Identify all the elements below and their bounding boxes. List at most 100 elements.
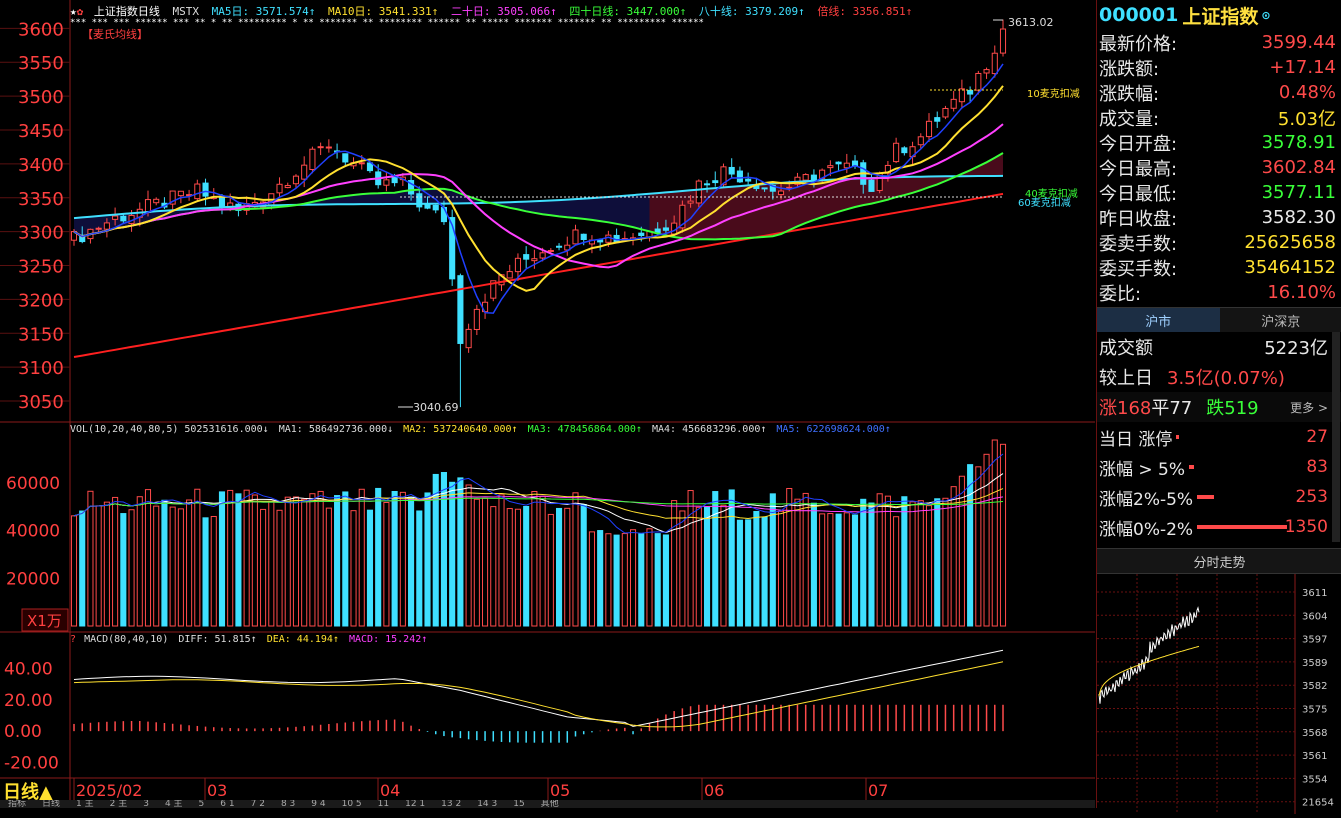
volume-bar: [655, 534, 660, 626]
ma20-value: 二十日: 3505.066↑: [451, 4, 557, 18]
macd-axis-label: 0.00: [4, 722, 42, 742]
candle-body: [968, 90, 973, 94]
sidebar-scrollbar[interactable]: [1332, 332, 1340, 542]
candle-body: [778, 191, 783, 195]
flat-count: 平77: [1151, 394, 1192, 420]
bottom-tab[interactable]: 日线: [34, 800, 68, 808]
quote-value: 16.10%: [1267, 282, 1336, 303]
volume-bar: [195, 489, 200, 626]
bottom-tab[interactable]: 2 主: [102, 800, 136, 808]
quote-list: 最新价格:3599.44涨跌额:+17.14涨跌幅:0.48%成交量:5.03亿…: [1097, 30, 1341, 305]
volume-bar: [639, 534, 644, 626]
vs-prev-row: 较上日 3.5亿(0.07%): [1097, 362, 1341, 392]
bottom-tab[interactable]: 其他: [533, 800, 567, 808]
volume-bar: [121, 514, 126, 626]
volume-bar: [852, 515, 857, 626]
bottom-tab[interactable]: 1 主: [68, 800, 102, 808]
quote-row: 成交量:5.03亿: [1097, 105, 1341, 130]
candle-body: [1000, 29, 1005, 53]
price-axis-label: 3150: [18, 324, 64, 345]
volume-bar: [737, 520, 742, 626]
stat-bar: [1176, 435, 1179, 439]
bottom-tab[interactable]: 8 3: [273, 800, 303, 808]
bottom-tab[interactable]: 4 主: [157, 800, 191, 808]
quote-label: 最新价格:: [1099, 30, 1177, 56]
tab-all-markets[interactable]: 沪深京: [1220, 308, 1341, 332]
stat-bar: [1197, 495, 1214, 499]
candle-body: [113, 216, 118, 219]
volume-bar: [178, 509, 183, 626]
advance-decline-row: 涨168 平77 跌519 更多 >: [1097, 392, 1341, 422]
bottom-tab[interactable]: 10 5: [334, 800, 370, 808]
volume-bar: [778, 511, 783, 626]
decline-count: 跌519: [1206, 394, 1258, 420]
volume-bar: [943, 498, 948, 626]
candle-body: [178, 191, 183, 195]
bottom-tab[interactable]: 11: [370, 800, 397, 808]
quote-label: 委卖手数:: [1099, 230, 1177, 256]
candle-body: [302, 165, 307, 179]
quote-row: 昨日收盘:3582.30: [1097, 205, 1341, 230]
volume-bar: [269, 501, 274, 626]
volume-bar: [137, 497, 142, 626]
bottom-tab[interactable]: 7 2: [243, 800, 273, 808]
bottom-tab[interactable]: 13 2: [433, 800, 469, 808]
volume-bar: [573, 493, 578, 626]
volume-bar: [88, 491, 93, 626]
volume-bar: [219, 492, 224, 626]
main-chart-header: ★✿ 上证指数日线 MSTX MA5日: 3571.574↑ MA10日: 35…: [70, 4, 912, 18]
kline-chart-area[interactable]: 3600355035003450340033503300325032003150…: [0, 0, 1095, 808]
volume-bar: [672, 501, 677, 626]
bottom-tab[interactable]: 6 1: [212, 800, 242, 808]
bottom-tab[interactable]: 指标: [0, 800, 34, 808]
stat-row: 涨幅 > 5%83: [1097, 452, 1341, 482]
quote-value: 3602.84: [1262, 157, 1336, 178]
quote-value: 3599.44: [1262, 32, 1336, 53]
candle-body: [96, 228, 101, 229]
deduct-label-60: 60麦克扣减: [1018, 196, 1071, 209]
more-link[interactable]: 更多 >: [1290, 399, 1328, 416]
candle-body: [507, 272, 512, 278]
bottom-tab[interactable]: 9 4: [303, 800, 333, 808]
price-axis-label: 3050: [18, 392, 64, 413]
info-circle-icon[interactable]: ⊙: [1261, 9, 1270, 22]
volume-bar: [384, 503, 389, 626]
candle-body: [425, 205, 430, 208]
quote-label: 昨日收盘:: [1099, 205, 1177, 231]
volume-axis-label: 60000: [6, 474, 60, 494]
volume-bar: [959, 476, 964, 626]
price-axis-label: 3500: [18, 87, 64, 108]
candle-body: [145, 200, 150, 213]
bottom-tab[interactable]: 3: [135, 800, 157, 808]
volume-bar: [187, 500, 192, 626]
quote-row: 今日开盘:3578.91: [1097, 130, 1341, 155]
candle-body: [384, 180, 389, 185]
volume-bar: [844, 513, 849, 626]
bottom-tab[interactable]: 14 3: [469, 800, 505, 808]
stat-label: 当日 涨停: [1099, 425, 1172, 450]
intraday-axis-label: 3589: [1302, 658, 1327, 669]
bottom-tab[interactable]: 5: [191, 800, 213, 808]
volume-bar: [696, 507, 701, 626]
tab-shanghai[interactable]: 沪市: [1097, 308, 1220, 332]
volume-bar: [293, 497, 298, 626]
candle-body: [598, 240, 603, 242]
volume-bar: [450, 482, 455, 626]
candle-body: [902, 148, 907, 153]
intraday-mini-chart[interactable]: 3611360435973589358235753568356135542165…: [1097, 574, 1341, 814]
bottom-tab[interactable]: 12 1: [397, 800, 433, 808]
volume-bar: [606, 534, 611, 626]
volume-bar: [663, 535, 668, 626]
market-tabs: 沪市 沪深京: [1097, 307, 1341, 332]
stat-value: 83: [1306, 457, 1328, 477]
stat-value: 1350: [1285, 517, 1328, 537]
quote-value: 0.48%: [1279, 82, 1336, 103]
index-name-label: 上证指数: [94, 4, 138, 18]
bottom-tab[interactable]: 15: [505, 800, 532, 808]
candle-body: [984, 70, 989, 73]
volume-bar: [729, 490, 734, 626]
volume-bar: [598, 531, 603, 626]
volume-bar: [647, 529, 652, 626]
quote-row: 委比:16.10%: [1097, 280, 1341, 305]
candle-body: [663, 228, 668, 230]
